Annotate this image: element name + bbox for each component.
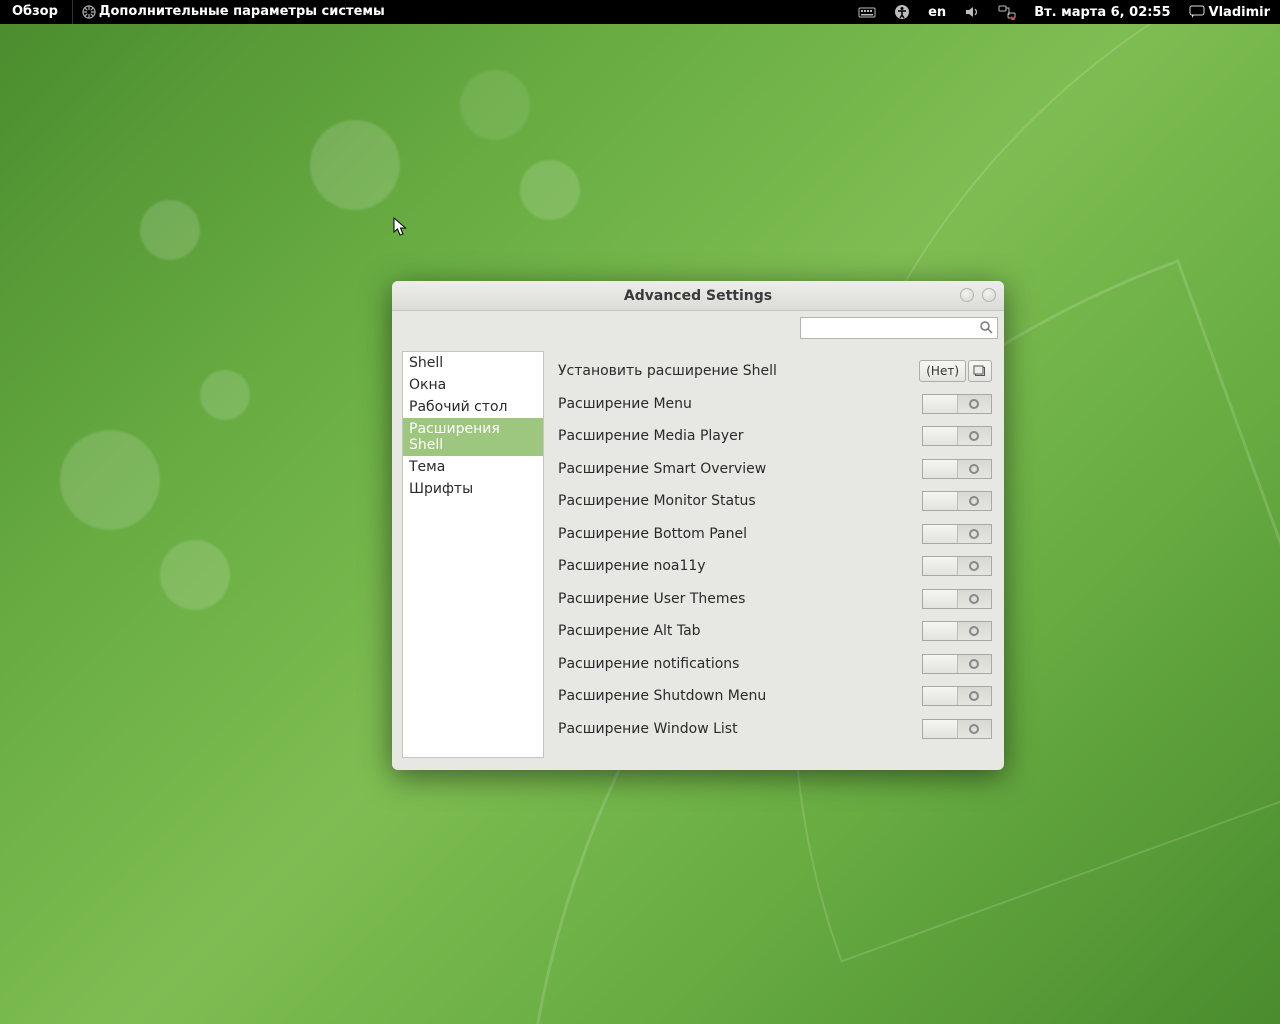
content-pane: Установить расширение Shell (Нет) Расшир…: [554, 351, 994, 758]
extension-toggle[interactable]: [922, 459, 992, 479]
off-indicator-icon: [969, 724, 979, 734]
accessibility-icon[interactable]: [894, 4, 910, 20]
off-indicator-icon: [969, 594, 979, 604]
extension-row: Расширение Shutdown Menu: [558, 680, 992, 713]
extension-label: Расширение Shutdown Menu: [558, 688, 922, 704]
extension-toggle[interactable]: [922, 589, 992, 609]
extension-row: Расширение User Themes: [558, 583, 992, 616]
off-indicator-icon: [969, 399, 979, 409]
off-indicator-icon: [969, 496, 979, 506]
mouse-cursor: [393, 217, 409, 241]
sidebar-item-3[interactable]: Расширения Shell: [403, 418, 543, 456]
active-app-label: Дополнительные параметры системы: [99, 0, 385, 24]
minimize-button[interactable]: [960, 288, 974, 302]
clock[interactable]: Вт. марта 6, 02:55: [1034, 5, 1170, 20]
off-indicator-icon: [969, 464, 979, 474]
window-titlebar[interactable]: Advanced Settings: [392, 281, 1004, 311]
off-indicator-icon: [969, 529, 979, 539]
toolbar: [392, 311, 1004, 345]
extension-row: Расширение Monitor Status: [558, 485, 992, 518]
extension-label: Расширение Media Player: [558, 428, 922, 444]
extension-toggle[interactable]: [922, 686, 992, 706]
extension-toggle[interactable]: [922, 621, 992, 641]
extension-label: Расширение notifications: [558, 656, 922, 672]
extension-toggle[interactable]: [922, 556, 992, 576]
volume-icon[interactable]: [964, 4, 980, 20]
sidebar-item-4[interactable]: Тема: [403, 456, 543, 478]
off-indicator-icon: [969, 431, 979, 441]
install-extension-combo[interactable]: (Нет): [919, 360, 966, 382]
off-indicator-icon: [969, 561, 979, 571]
extension-label: Расширение Monitor Status: [558, 493, 922, 509]
install-extension-label: Установить расширение Shell: [558, 363, 919, 379]
extension-toggle[interactable]: [922, 719, 992, 739]
extension-row: Расширение Menu: [558, 388, 992, 421]
window-title: Advanced Settings: [624, 288, 772, 304]
extension-label: Расширение noa11y: [558, 558, 922, 574]
active-app-button[interactable]: Дополнительные параметры системы: [72, 0, 393, 24]
keyboard-layout-indicator[interactable]: en: [928, 5, 946, 20]
extension-row: Расширение Smart Overview: [558, 453, 992, 486]
extension-row: Расширение Bottom Panel: [558, 518, 992, 551]
activities-button[interactable]: Обзор: [0, 0, 70, 24]
off-indicator-icon: [969, 691, 979, 701]
install-extension-row: Установить расширение Shell (Нет): [558, 355, 992, 388]
keyboard-icon[interactable]: [858, 5, 876, 19]
extension-label: Расширение Window List: [558, 721, 922, 737]
user-name: Vladimir: [1209, 5, 1270, 20]
extension-row: Расширение Alt Tab: [558, 615, 992, 648]
sidebar-item-0[interactable]: Shell: [403, 352, 543, 374]
folder-icon: [973, 364, 987, 378]
extension-row: Расширение notifications: [558, 648, 992, 681]
status-chat-icon: [1189, 5, 1205, 19]
extension-row: Расширение Media Player: [558, 420, 992, 453]
sidebar-item-2[interactable]: Рабочий стол: [403, 396, 543, 418]
off-indicator-icon: [969, 659, 979, 669]
close-button[interactable]: [982, 288, 996, 302]
network-icon[interactable]: [998, 4, 1016, 20]
category-sidebar: ShellОкнаРабочий столРасширения ShellТем…: [402, 351, 544, 758]
extension-toggle[interactable]: [922, 524, 992, 544]
extension-label: Расширение Bottom Panel: [558, 526, 922, 542]
off-indicator-icon: [969, 626, 979, 636]
extension-row: Расширение noa11y: [558, 550, 992, 583]
extension-label: Расширение User Themes: [558, 591, 922, 607]
extension-row: Расширение Window List: [558, 713, 992, 746]
install-extension-browse-button[interactable]: [968, 360, 992, 382]
search-input[interactable]: [805, 321, 975, 335]
user-menu[interactable]: Vladimir: [1189, 5, 1270, 20]
extension-toggle[interactable]: [922, 394, 992, 414]
sidebar-item-1[interactable]: Окна: [403, 374, 543, 396]
extension-toggle[interactable]: [922, 426, 992, 446]
sidebar-item-5[interactable]: Шрифты: [403, 478, 543, 500]
extension-toggle[interactable]: [922, 654, 992, 674]
extension-toggle[interactable]: [922, 491, 992, 511]
top-panel: Обзор Дополнительные параметры системы e…: [0, 0, 1280, 24]
extension-label: Расширение Alt Tab: [558, 623, 922, 639]
search-box[interactable]: [800, 317, 998, 339]
advanced-settings-window: Advanced Settings ShellОкнаРабочий столР…: [392, 281, 1004, 770]
app-menu-icon: [81, 4, 97, 20]
search-icon: [979, 319, 993, 338]
extension-label: Расширение Smart Overview: [558, 461, 922, 477]
extension-label: Расширение Menu: [558, 396, 922, 412]
